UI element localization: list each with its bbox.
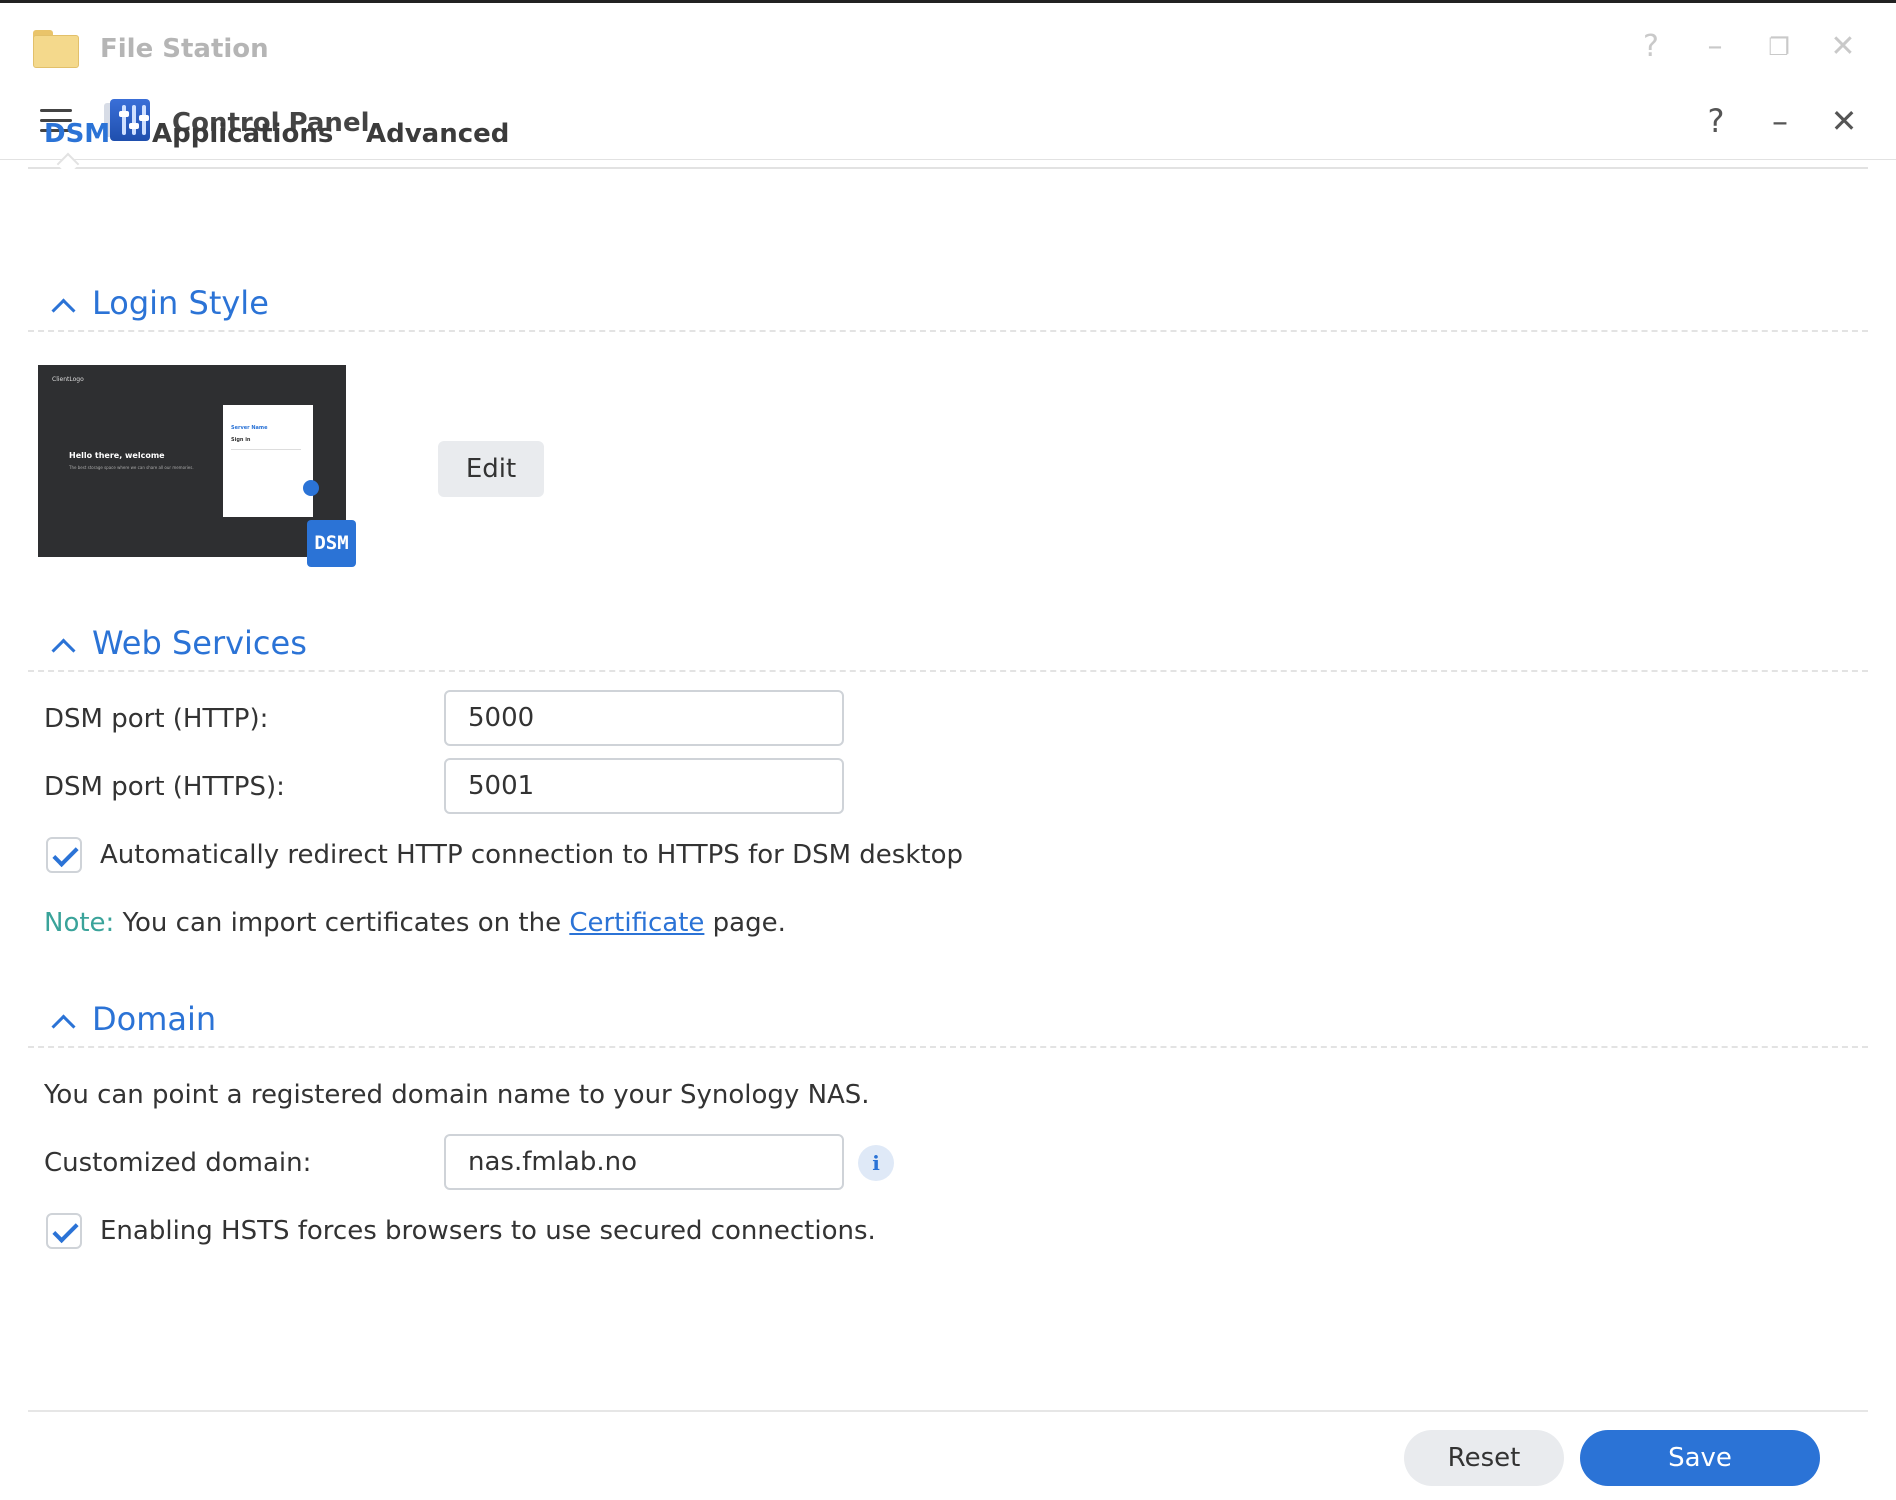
section-domain[interactable]: Domain	[28, 998, 1868, 1048]
tab-bar: DSM Applications Advanced	[28, 117, 1868, 169]
note-key: Note:	[44, 908, 115, 938]
close-icon[interactable]: ✕	[1826, 32, 1860, 62]
reset-button[interactable]: Reset	[1404, 1430, 1564, 1486]
tab-applications[interactable]: Applications	[152, 117, 333, 151]
login-style-preview: ClientLogo Hello there, welcome The best…	[38, 365, 346, 557]
redirect-https-checkbox[interactable]	[46, 837, 82, 873]
tab-advanced[interactable]: Advanced	[366, 117, 509, 151]
preview-arrow-icon	[303, 480, 319, 496]
https-port-input[interactable]	[444, 758, 844, 814]
preview-subtext: The best storage space where we can shar…	[69, 465, 194, 470]
preview-server-name: Server Name	[231, 425, 268, 431]
save-button[interactable]: Save	[1580, 1430, 1820, 1486]
preview-sign-in: Sign in	[231, 437, 251, 443]
preview-headline: Hello there, welcome	[69, 451, 165, 460]
restore-icon[interactable]: ❐	[1762, 32, 1796, 62]
http-port-label: DSM port (HTTP):	[44, 704, 269, 734]
edit-button[interactable]: Edit	[438, 441, 544, 497]
info-icon[interactable]: i	[858, 1145, 894, 1181]
chevron-up-icon[interactable]	[46, 628, 80, 662]
dsm-badge: DSM	[307, 520, 356, 567]
domain-description: You can point a registered domain name t…	[44, 1080, 870, 1110]
certificate-link[interactable]: Certificate	[569, 908, 704, 938]
note-text-after: page.	[704, 908, 786, 938]
redirect-https-label[interactable]: Automatically redirect HTTP connection t…	[100, 837, 963, 873]
minimize-icon[interactable]: –	[1698, 32, 1732, 62]
custom-domain-label: Customized domain:	[44, 1148, 312, 1178]
section-login-style[interactable]: Login Style	[28, 282, 1868, 332]
section-title: Web Services	[92, 624, 307, 662]
hsts-checkbox[interactable]	[46, 1213, 82, 1249]
section-web-services[interactable]: Web Services	[28, 622, 1868, 672]
hsts-label[interactable]: Enabling HSTS forces browsers to use sec…	[100, 1213, 876, 1249]
help-icon[interactable]: ?	[1634, 32, 1668, 62]
tab-dsm[interactable]: DSM	[44, 117, 110, 151]
preview-login-card: Server Name Sign in	[223, 405, 313, 517]
preview-logo-text: ClientLogo	[52, 376, 84, 383]
footer-divider	[28, 1410, 1868, 1412]
http-port-input[interactable]	[444, 690, 844, 746]
section-title: Login Style	[92, 284, 269, 322]
folder-icon	[33, 30, 79, 68]
custom-domain-input[interactable]	[444, 1134, 844, 1190]
chevron-up-icon[interactable]	[46, 1004, 80, 1038]
file-station-title: File Station	[100, 34, 269, 64]
section-title: Domain	[92, 1000, 217, 1038]
chevron-up-icon[interactable]	[46, 288, 80, 322]
https-port-label: DSM port (HTTPS):	[44, 772, 285, 802]
certificate-note: Note: You can import certificates on the…	[44, 905, 786, 941]
note-text-before: You can import certificates on the	[114, 908, 570, 938]
file-station-titlebar[interactable]: File Station ? – ❐ ✕	[0, 6, 1896, 86]
